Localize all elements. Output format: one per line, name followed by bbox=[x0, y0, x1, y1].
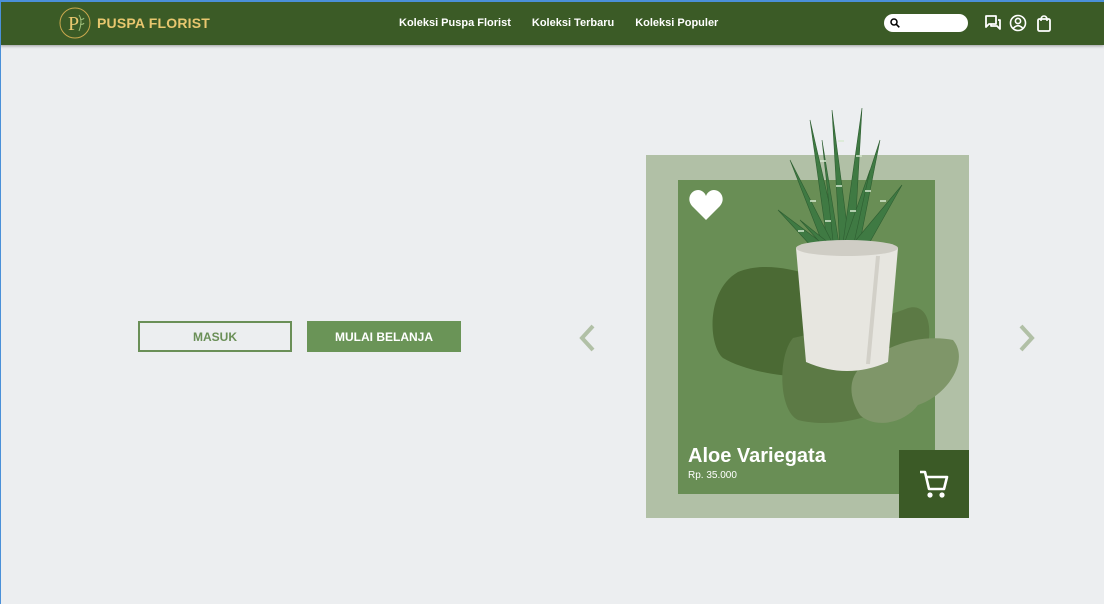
window-left-border bbox=[0, 0, 1, 604]
product-price: Rp. 35.000 bbox=[688, 470, 737, 481]
search-input[interactable] bbox=[900, 17, 966, 29]
nav-item-koleksi-populer[interactable]: Koleksi Populer bbox=[635, 17, 718, 29]
heart-icon[interactable] bbox=[688, 188, 724, 222]
cart-icon bbox=[920, 470, 949, 498]
login-button[interactable]: MASUK bbox=[138, 321, 292, 352]
svg-text:P: P bbox=[68, 13, 79, 35]
brand-logo[interactable]: P PUSPA FLORIST bbox=[59, 7, 210, 39]
aloe-plant-image bbox=[777, 107, 903, 371]
brand-name: PUSPA FLORIST bbox=[97, 15, 211, 31]
user-icon[interactable] bbox=[1009, 14, 1027, 32]
window-top-border bbox=[0, 0, 1104, 2]
nav-item-koleksi-puspa-florist[interactable]: Koleksi Puspa Florist bbox=[399, 17, 511, 29]
logo-monogram-icon: P bbox=[59, 7, 91, 39]
nav-item-koleksi-terbaru[interactable]: Koleksi Terbaru bbox=[532, 17, 614, 29]
shopping-bag-icon[interactable] bbox=[1035, 14, 1053, 32]
chevron-right-icon[interactable] bbox=[1016, 322, 1036, 354]
chevron-left-icon[interactable] bbox=[578, 322, 598, 354]
search-bar bbox=[884, 14, 968, 32]
chat-icon[interactable] bbox=[984, 14, 1002, 32]
main-nav: Koleksi Puspa Florist Koleksi Terbaru Ko… bbox=[399, 17, 739, 29]
product-name: Aloe Variegata bbox=[688, 445, 826, 467]
start-shopping-button[interactable]: MULAI BELANJA bbox=[307, 321, 461, 352]
search-icon bbox=[890, 18, 900, 28]
top-navigation-bar: P PUSPA FLORIST Koleksi Puspa Florist Ko… bbox=[0, 0, 1104, 45]
add-to-cart-button[interactable] bbox=[899, 450, 969, 518]
